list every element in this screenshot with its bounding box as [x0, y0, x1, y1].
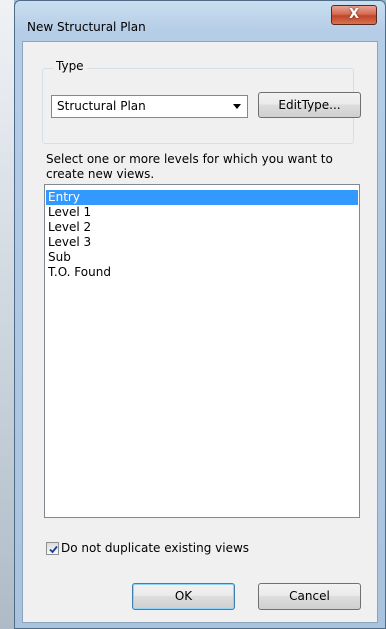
edit-type-button[interactable]: EditType...	[258, 92, 361, 118]
ok-button[interactable]: OK	[132, 583, 235, 610]
list-item-level-1[interactable]: Level 1	[46, 205, 358, 220]
dialog-window: New Structural Plan X Type Structural Pl…	[14, 0, 386, 629]
checkmark-icon	[49, 545, 58, 554]
dialog-title: New Structural Plan	[27, 20, 146, 34]
levels-listbox[interactable]: Entry Level 1 Level 2 Level 3 Sub T.O. F…	[44, 184, 360, 518]
do-not-duplicate-checkbox[interactable]	[46, 542, 59, 555]
type-group-label: Type	[53, 59, 87, 73]
cancel-button[interactable]: Cancel	[258, 583, 361, 610]
instructions-text: Select one or more levels for which you …	[46, 152, 333, 181]
list-item-to-found[interactable]: T.O. Found	[46, 265, 358, 280]
list-item-level-3[interactable]: Level 3	[46, 235, 358, 250]
list-item-sub[interactable]: Sub	[46, 250, 358, 265]
background-window-edge	[0, 0, 14, 629]
close-icon: X	[348, 7, 360, 22]
list-item-entry[interactable]: Entry	[46, 190, 358, 205]
list-item-level-2[interactable]: Level 2	[46, 220, 358, 235]
do-not-duplicate-label[interactable]: Do not duplicate existing views	[61, 541, 249, 555]
type-dropdown[interactable]: Structural Plan	[51, 95, 248, 118]
dialog-body: Type Structural Plan EditType... Select …	[22, 41, 378, 623]
chevron-down-icon[interactable]	[233, 104, 241, 109]
close-button[interactable]: X	[331, 5, 377, 25]
title-bar[interactable]: New Structural Plan X	[15, 1, 385, 41]
type-dropdown-value: Structural Plan	[57, 99, 146, 113]
